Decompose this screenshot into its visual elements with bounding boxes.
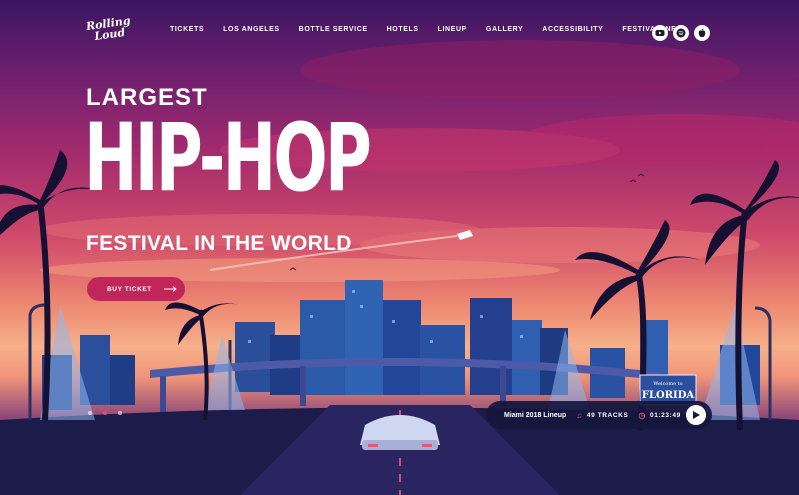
- sign-line2: FLORIDA: [642, 390, 695, 401]
- nav-gallery[interactable]: GALLERY: [486, 26, 523, 33]
- nav-bottle-service[interactable]: BOTTLE SERVICE: [299, 26, 368, 33]
- slider-dot-3[interactable]: [118, 411, 122, 415]
- headline-festival: FESTIVAL IN THE WORLD: [86, 232, 352, 255]
- player-title: Miami 2018 Lineup: [504, 411, 567, 419]
- logo[interactable]: Rolling Loud: [83, 14, 136, 48]
- clock-icon: ◷: [638, 410, 646, 420]
- arrow-right-icon: [163, 286, 177, 292]
- slider-dot-2[interactable]: [103, 411, 107, 415]
- headline-hip-hop: HIP-HOP: [84, 104, 372, 213]
- player-tracks: ♫ 49 TRACKS: [576, 411, 628, 420]
- nav-lineup[interactable]: LINEUP: [438, 26, 467, 33]
- play-button[interactable]: [686, 405, 706, 425]
- slider-dots: [88, 411, 133, 415]
- player-time: ◷ 01:23:49: [638, 411, 680, 420]
- music-note-icon: ♫: [576, 410, 583, 420]
- nav-accessibility[interactable]: ACCESSIBILITY: [542, 26, 603, 33]
- play-icon: [693, 411, 700, 419]
- sign-line1: Welcome to: [653, 381, 682, 387]
- buy-ticket-button[interactable]: BUY TICKET: [87, 277, 185, 301]
- music-player: Miami 2018 Lineup ♫ 49 TRACKS ◷ 01:23:49: [486, 401, 712, 429]
- hero-section: Welcome to FLORIDA Rolling Loud TICKETS …: [0, 0, 799, 495]
- apple-icon[interactable]: [694, 25, 710, 41]
- logo-text: Rolling Loud: [83, 14, 136, 44]
- nav-tickets[interactable]: TICKETS: [170, 26, 204, 33]
- nav-hotels[interactable]: HOTELS: [387, 26, 419, 33]
- main-menu: TICKETS LOS ANGELES BOTTLE SERVICE HOTEL…: [170, 26, 701, 33]
- youtube-icon[interactable]: [652, 25, 668, 41]
- player-time-label: 01:23:49: [649, 411, 681, 419]
- top-nav: Rolling Loud TICKETS LOS ANGELES BOTTLE …: [0, 0, 799, 64]
- social-links: [652, 25, 715, 41]
- buy-ticket-label: BUY TICKET: [107, 285, 152, 293]
- player-tracks-label: 49 TRACKS: [586, 411, 629, 419]
- nav-los-angeles[interactable]: LOS ANGELES: [223, 26, 280, 33]
- spotify-icon[interactable]: [673, 25, 689, 41]
- slider-dot-1[interactable]: [88, 411, 92, 415]
